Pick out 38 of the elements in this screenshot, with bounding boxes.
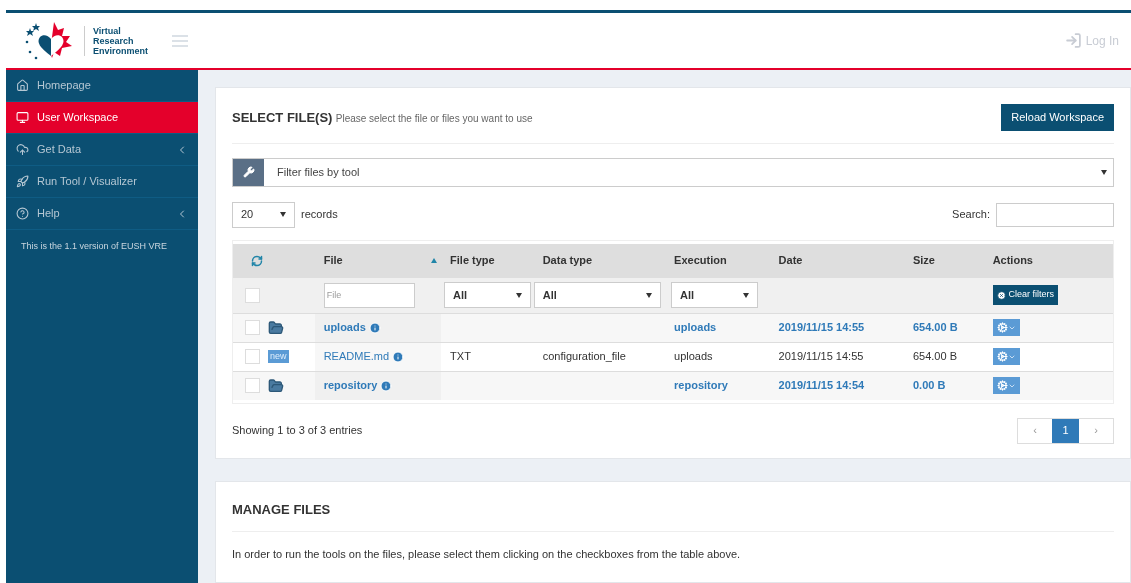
tool-filter-select[interactable]: Filter files by tool: [232, 157, 1114, 187]
entries-info: Showing 1 to 3 of 3 entries: [232, 423, 363, 439]
table-cell: 654.00 B: [912, 321, 958, 334]
column-header[interactable]: Actions: [992, 252, 1109, 269]
column-header[interactable]: Data type: [542, 252, 662, 269]
table-cell: 2019/11/15 14:54: [778, 379, 865, 392]
data-type-select[interactable]: All: [533, 282, 661, 308]
execution-select[interactable]: All: [671, 282, 759, 308]
clear-filters-button[interactable]: Clear filters: [992, 285, 1059, 305]
reload-workspace-button[interactable]: Reload Workspace: [1001, 104, 1114, 131]
file-type-select[interactable]: All: [444, 282, 532, 308]
table-cell: TXT: [450, 350, 471, 363]
new-badge: new: [268, 349, 289, 364]
panel-title: MANAGE FILES: [232, 499, 1114, 532]
column-header[interactable]: Execution: [674, 252, 766, 269]
table-cell: uploads: [674, 321, 717, 334]
file-filter-field[interactable]: File: [323, 282, 415, 308]
table-cell: 2019/11/15 14:55: [778, 350, 864, 363]
column-header[interactable]: File type: [450, 252, 530, 269]
file-link[interactable]: uploads: [323, 319, 366, 336]
table-cell: uploads: [674, 350, 713, 363]
column-header[interactable]: Date: [778, 252, 900, 269]
table-cell: 654.00 B: [912, 350, 957, 363]
page-button[interactable]: 1: [1052, 418, 1079, 443]
table-cell: 2019/11/15 14:55: [778, 321, 865, 334]
column-header[interactable]: Size: [912, 252, 980, 269]
search-label: Search:: [952, 207, 990, 223]
column-header[interactable]: File: [323, 252, 432, 269]
sidebar-item[interactable]: User Workspace: [6, 102, 198, 134]
records-select[interactable]: 20: [232, 201, 295, 228]
table-cell: 0.00 B: [912, 379, 946, 392]
records-label: records: [301, 207, 338, 223]
version-note: This is the 1.1 version of EUSH VRE: [20, 240, 169, 253]
instructions-text: In order to run the tools on the files, please select them clicking on the checkboxes from the table above.: [232, 547, 742, 562]
panel-title: SELECT FILE(S) Please select the file or files you want to use: [232, 108, 533, 127]
table-cell: configuration_file: [542, 350, 626, 363]
table-cell: repository: [674, 379, 728, 392]
logo-text: Virtual Research Environment: [84, 25, 148, 56]
